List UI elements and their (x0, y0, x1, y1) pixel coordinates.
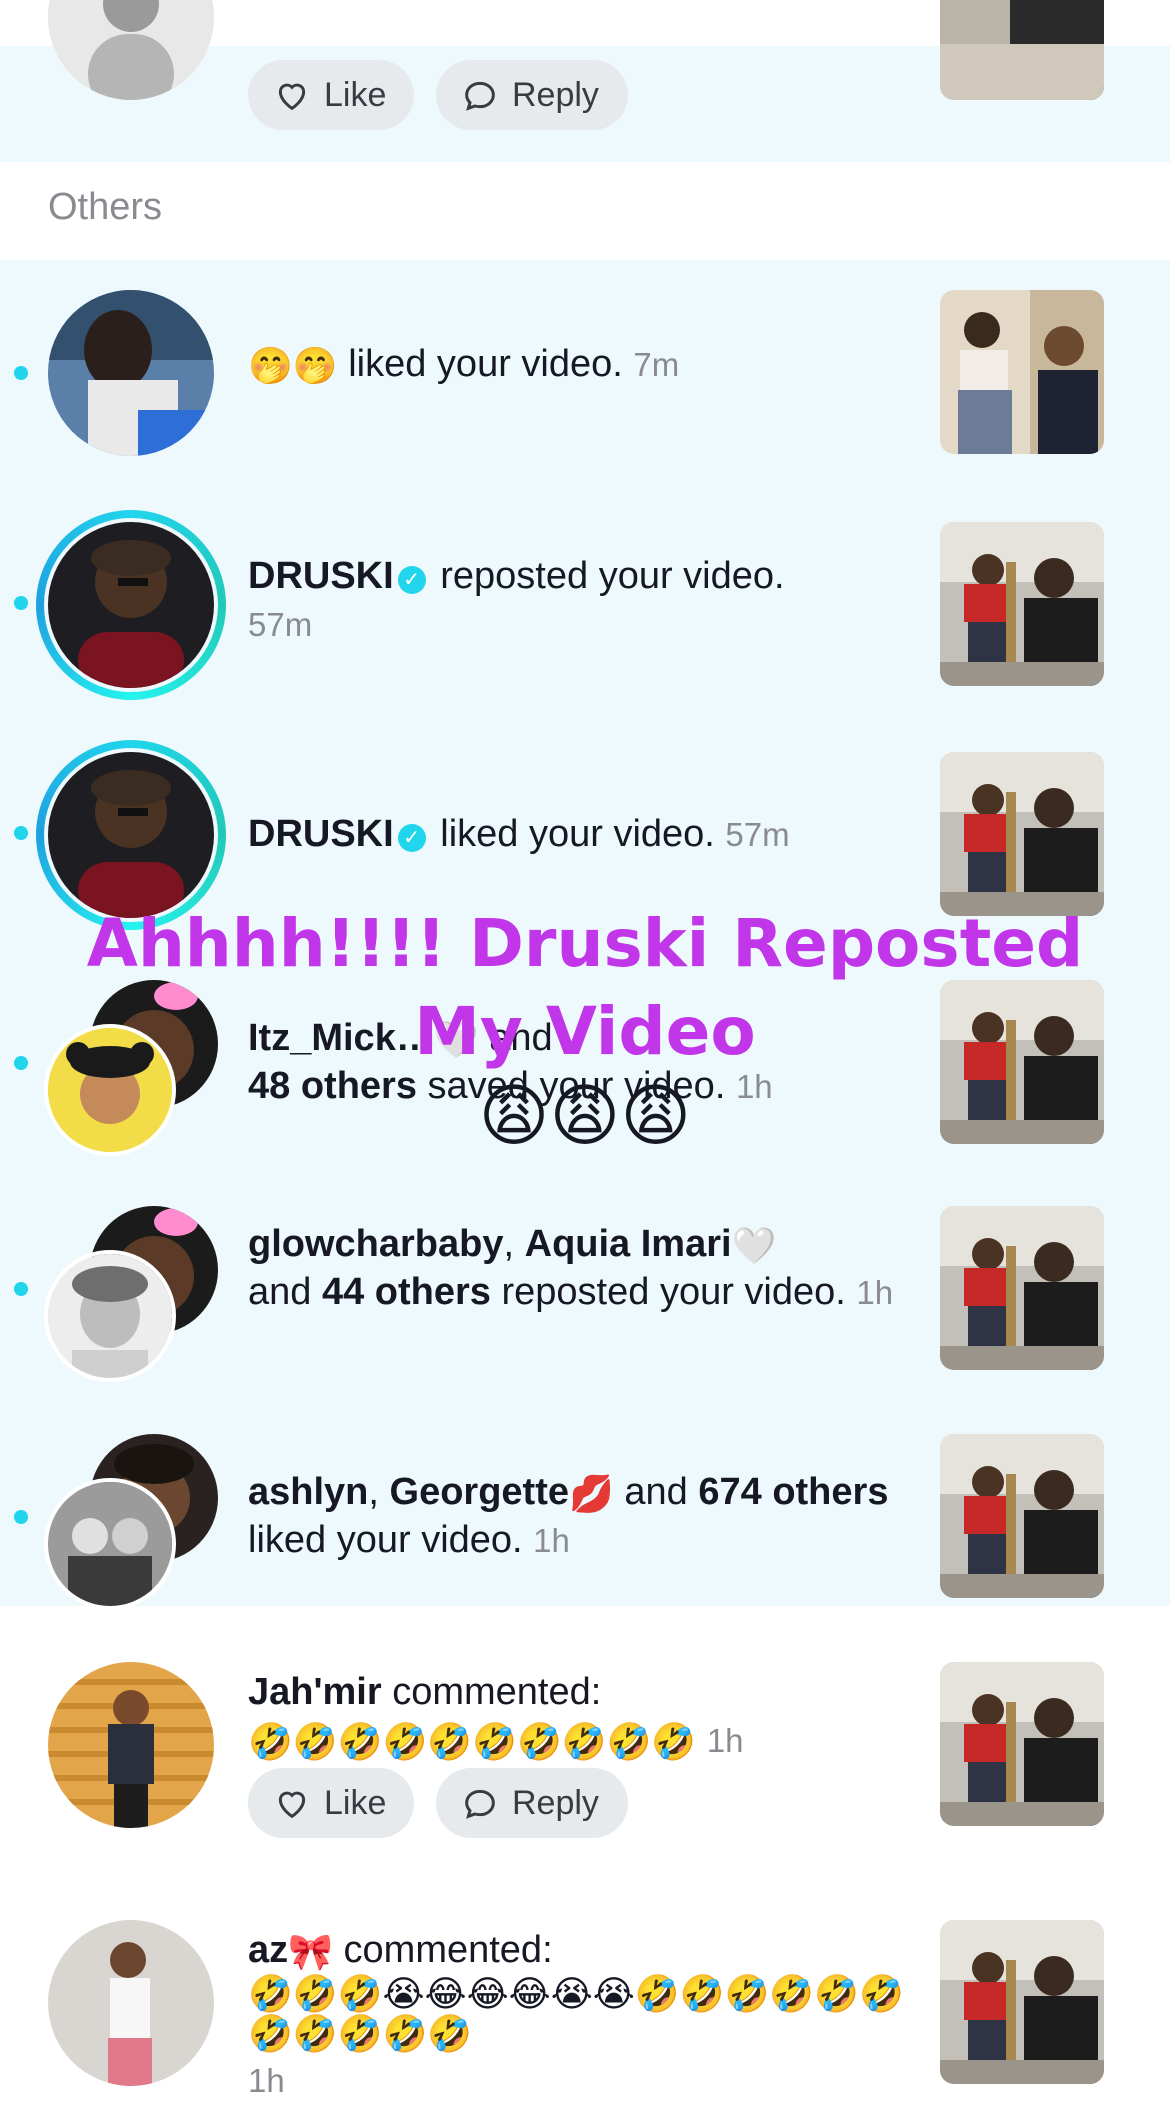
username[interactable]: ashlyn (248, 1471, 368, 1513)
timestamp: 57m (725, 816, 790, 853)
action-text: liked your video. (440, 813, 715, 855)
heart-icon (278, 1791, 306, 1819)
timestamp: 1h (248, 2062, 285, 2099)
action-text: liked your video. (348, 343, 623, 385)
like-label: Like (324, 75, 387, 114)
caption-overlay-line2: My Video (414, 993, 756, 1070)
notification-text: DRUSKI ✓ liked your video. 57m (248, 810, 908, 859)
timestamp: 7m (633, 346, 680, 383)
action-text: reposted your video. (501, 1271, 846, 1313)
comment-text: 🤣🤣🤣🤣🤣🤣🤣🤣🤣🤣 (248, 1721, 697, 1762)
timestamp: 1h (706, 1722, 744, 1759)
comment-text: 🤣🤣🤣😭😂😂😂😭😭🤣🤣🤣🤣🤣🤣🤣🤣🤣🤣🤣 (248, 1973, 904, 2054)
username[interactable]: az (248, 1929, 288, 1971)
heart-icon (278, 83, 306, 111)
notification-row[interactable]: Jah'mir commented: 🤣🤣🤣🤣🤣🤣🤣🤣🤣🤣 1h Like Re… (0, 1662, 1170, 1882)
like-button[interactable]: Like (248, 1768, 414, 1838)
unread-dot (14, 1282, 28, 1296)
story-ring[interactable] (36, 510, 226, 700)
notification-text: glowcharbaby, Aquia Imari🤍 and 44 others… (248, 1223, 894, 1313)
action-text: reposted your video. (440, 555, 785, 597)
unread-dot (14, 1510, 28, 1524)
avatar[interactable] (48, 522, 214, 688)
video-thumbnail[interactable] (940, 290, 1104, 454)
username[interactable]: Aquia Imari (525, 1223, 732, 1265)
chat-bubble-icon (465, 1789, 495, 1819)
username[interactable]: Jah'mir (248, 1671, 382, 1713)
video-thumbnail[interactable] (940, 752, 1104, 916)
like-label: Like (324, 1783, 387, 1822)
timestamp: 57m (248, 606, 313, 643)
others-count[interactable]: 44 others (322, 1271, 491, 1313)
notification-row[interactable]: glowcharbaby, Aquia Imari🤍 and 44 others… (0, 1206, 1170, 1382)
action-text: commented: (343, 1929, 553, 1971)
video-thumbnail[interactable] (940, 1920, 1104, 2084)
reply-label: Reply (512, 75, 599, 114)
username[interactable]: DRUSKI (248, 813, 394, 855)
notification-text: Jah'mir commented: 🤣🤣🤣🤣🤣🤣🤣🤣🤣🤣 1h (248, 1668, 908, 1765)
avatar[interactable] (48, 290, 214, 456)
action-text: commented: (392, 1671, 602, 1713)
section-header (0, 162, 1170, 260)
notification-text: DRUSKI ✓ reposted your video. 57m (248, 552, 908, 649)
notification-row[interactable]: DRUSKI ✓ reposted your video. 57m (0, 510, 1170, 700)
username[interactable]: glowcharbaby (248, 1223, 504, 1265)
avatar-front[interactable] (44, 1478, 176, 1610)
notification-row[interactable]: 🤭🤭 liked your video. 7m (0, 290, 1170, 456)
like-button[interactable]: Like (248, 60, 414, 130)
reply-label: Reply (512, 1783, 599, 1822)
unread-dot (14, 596, 28, 610)
others-count[interactable]: 674 others (698, 1471, 888, 1513)
timestamp: 1h (856, 1274, 894, 1311)
video-thumbnail[interactable] (940, 1662, 1104, 1826)
notification-row[interactable]: az🎀 commented: 🤣🤣🤣😭😂😂😂😭😭🤣🤣🤣🤣🤣🤣🤣🤣🤣🤣🤣 1h (0, 1920, 1170, 2099)
notification-text: az🎀 commented: 🤣🤣🤣😭😂😂😂😭😭🤣🤣🤣🤣🤣🤣🤣🤣🤣🤣🤣 1h (248, 1926, 908, 2105)
verified-badge-icon: ✓ (397, 566, 426, 594)
avatar[interactable] (48, 1662, 214, 1828)
username[interactable]: DRUSKI (248, 555, 394, 597)
video-thumbnail[interactable] (940, 1206, 1104, 1370)
caption-overlay-emojis: 😩😩😩 (478, 1078, 692, 1154)
notification-text: ashlyn, Georgette💋 and 674 others liked … (248, 1471, 889, 1561)
action-text: liked your video. (248, 1519, 523, 1561)
notification-row[interactable]: ashlyn, Georgette💋 and 674 others liked … (0, 1434, 1170, 1610)
video-thumbnail[interactable] (940, 0, 1104, 100)
verified-badge-icon: ✓ (397, 824, 426, 852)
notification-text: 🤭🤭 liked your video. 7m (248, 340, 908, 389)
caption-overlay-line1: Ahhhh!!!! Druski Reposted (86, 905, 1084, 982)
avatar[interactable] (48, 1920, 214, 2086)
username[interactable]: Georgette (390, 1471, 569, 1513)
username-emoji[interactable]: 🤭🤭 (248, 346, 338, 386)
video-thumbnail[interactable] (940, 1434, 1104, 1598)
unread-dot (14, 366, 28, 380)
chat-bubble-icon (465, 81, 495, 111)
avatar[interactable] (48, 752, 214, 918)
timestamp: 1h (533, 1522, 570, 1559)
unread-dot (14, 826, 28, 840)
reply-button[interactable]: Reply (436, 1768, 628, 1838)
section-title: Others (48, 186, 163, 228)
reply-button[interactable]: Reply (436, 60, 628, 130)
avatar-front[interactable] (44, 1250, 176, 1382)
video-thumbnail[interactable] (940, 522, 1104, 686)
